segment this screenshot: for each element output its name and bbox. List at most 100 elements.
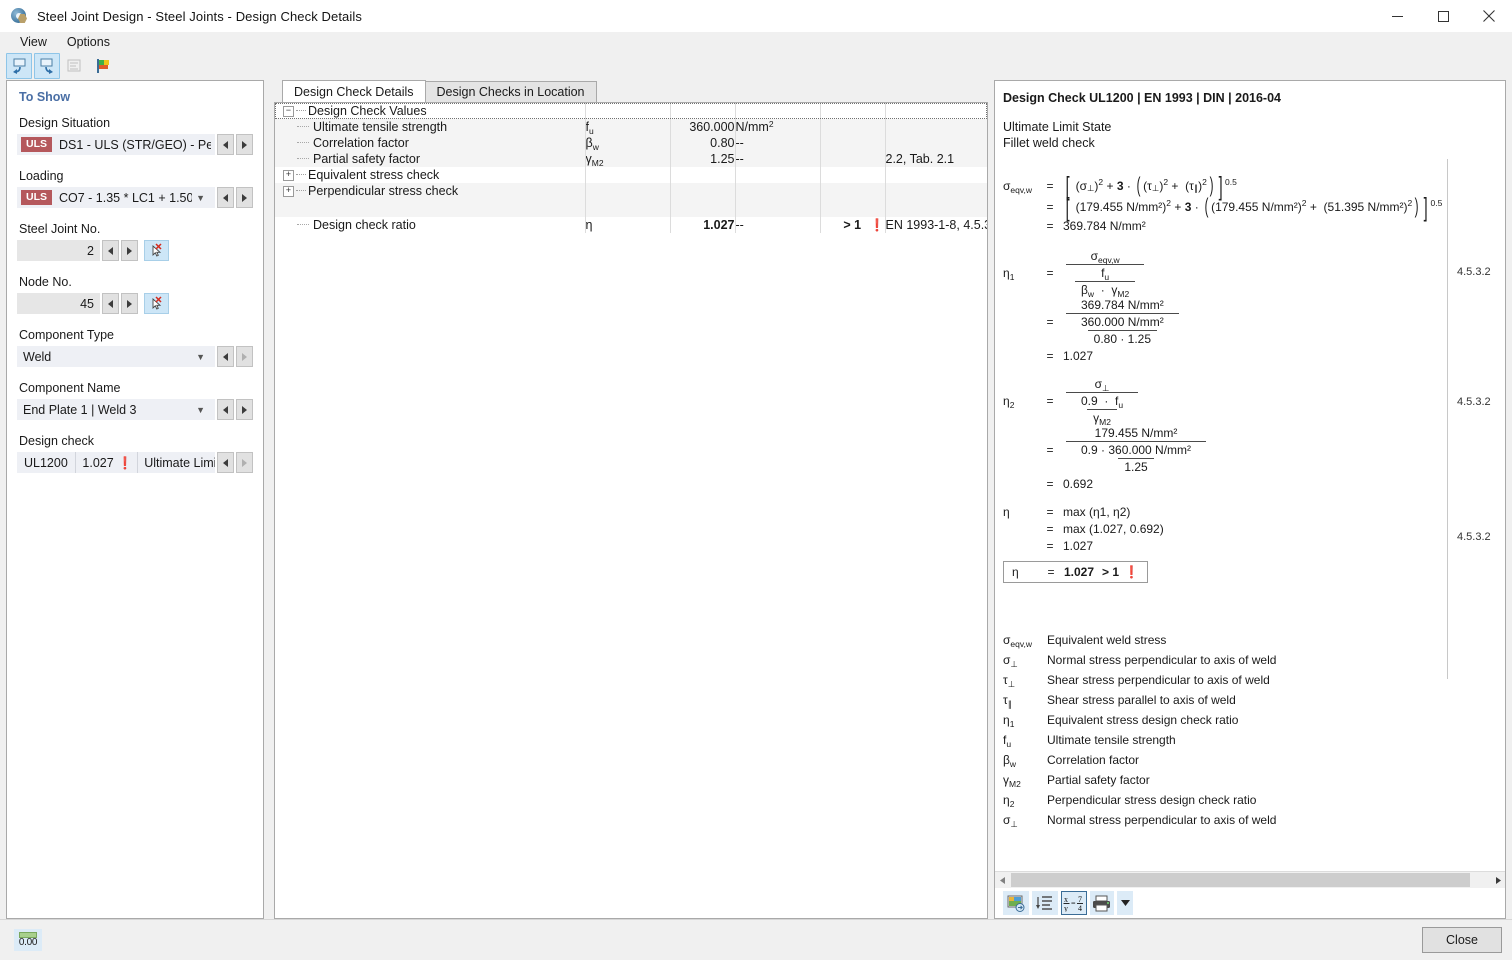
table-row[interactable]: Ultimate tensile strength fu 360.000 N/m… xyxy=(275,119,987,135)
steel-joint-no-input[interactable]: 2 xyxy=(17,240,100,261)
row-symbol: βw xyxy=(584,135,670,151)
eta-box-value: 1.027 xyxy=(1064,565,1095,580)
minimize-button[interactable] xyxy=(1374,0,1420,32)
table-row[interactable]: Partial safety factor γM2 1.25 -- 2.2, T… xyxy=(275,151,987,167)
node-no-input[interactable]: 45 xyxy=(17,293,100,314)
eta2-lhs: η2 xyxy=(1003,394,1015,410)
legend-row: τ∥ Shear stress parallel to axis of weld xyxy=(1003,693,1236,709)
eta2-numerator-value: 179.455 N/mm² xyxy=(1094,426,1178,441)
table-row[interactable]: Correlation factor βw 0.80 -- xyxy=(275,135,987,151)
formula-icon[interactable]: x y = 7 4 xyxy=(1061,891,1087,915)
close-button[interactable]: Close xyxy=(1422,927,1502,953)
to-show-panel: To Show Design Situation ULS DS1 - ULS (… xyxy=(6,80,264,919)
legend-row: fu Ultimate tensile strength xyxy=(1003,733,1176,749)
node-prev-button[interactable] xyxy=(102,293,119,314)
legend-row: σ⊥ Normal stress perpendicular to axis of… xyxy=(1003,653,1277,669)
menu-bar: View Options xyxy=(0,32,1512,52)
tab-design-checks-in-location[interactable]: Design Checks in Location xyxy=(424,81,597,102)
row-reference xyxy=(884,119,987,135)
loading-row: ULS CO7 - 1.35 * LC1 + 1.50 * LC5... ▼ xyxy=(17,187,253,208)
design-situation-select[interactable]: ULS DS1 - ULS (STR/GEO) - Permane... xyxy=(17,134,215,155)
eta2-den-den-symbol: γM2 xyxy=(1087,409,1117,427)
design-check-ratio-row[interactable]: Design check ratio η 1.027 -- > 1 ❗ EN 1… xyxy=(275,217,987,233)
component-type-select[interactable]: Weld ▼ xyxy=(17,346,215,367)
chevron-down-icon: ▼ xyxy=(196,351,205,362)
row-unit: -- xyxy=(734,217,820,233)
steel-joint-no-label: Steel Joint No. xyxy=(19,222,101,236)
previous-view-icon[interactable] xyxy=(6,53,32,79)
tab-design-check-details[interactable]: Design Check Details xyxy=(282,80,426,102)
design-check-next-button[interactable] xyxy=(236,452,253,473)
scrollbar-track[interactable] xyxy=(1011,872,1489,888)
equation-eta1: η1 = σeqv,w fu βw · γM2 = 369.784 N/mm² … xyxy=(995,249,1505,363)
scrollbar-thumb[interactable] xyxy=(1011,873,1470,887)
node-next-button[interactable] xyxy=(121,293,138,314)
eta-box-warning-icon: ❗ xyxy=(1124,565,1139,580)
eta1-numerator-symbol: σeqv,w xyxy=(1090,249,1120,265)
detail-panel: Design Check UL1200 | EN 1993 | DIN | 20… xyxy=(994,80,1506,919)
close-window-button[interactable] xyxy=(1466,0,1512,32)
scroll-left-icon[interactable] xyxy=(995,872,1011,888)
table-group-row[interactable]: + Perpendicular stress check xyxy=(275,183,987,199)
design-check-select[interactable]: UL1200 1.027 ❗ Ultimate Limit Sta... xyxy=(17,452,215,473)
next-view-icon[interactable] xyxy=(34,53,60,79)
pick-node-icon[interactable] xyxy=(144,293,169,314)
row-symbol: γM2 xyxy=(584,151,670,167)
component-type-next-button[interactable] xyxy=(236,346,253,367)
collapse-group-icon[interactable]: − xyxy=(283,105,294,117)
scroll-right-icon[interactable] xyxy=(1489,872,1505,888)
design-situation-badge: ULS xyxy=(21,137,52,152)
pick-steel-joint-icon[interactable] xyxy=(144,240,169,261)
loading-next-button[interactable] xyxy=(236,187,253,208)
sigma-perp-value: 179.455 N/mm² xyxy=(1079,200,1163,215)
copy-image-icon[interactable] xyxy=(1003,891,1029,915)
table-group-row[interactable]: + Equivalent stress check xyxy=(275,167,987,183)
main-body: To Show Design Situation ULS DS1 - ULS (… xyxy=(0,80,1512,919)
row-unit: N/mm2 xyxy=(734,119,820,135)
expand-group-icon[interactable]: + xyxy=(283,169,294,181)
decimal-places-icon[interactable]: 0.00 xyxy=(14,929,42,951)
window-title: Steel Joint Design - Steel Joints - Desi… xyxy=(37,8,362,24)
expand-group-icon[interactable]: + xyxy=(283,185,294,197)
list-icon[interactable] xyxy=(1032,891,1058,915)
component-name-value: End Plate 1 | Weld 3 xyxy=(23,402,137,417)
left-splitter[interactable] xyxy=(264,80,274,919)
design-check-warning-icon: ❗ xyxy=(117,455,133,470)
design-situation-prev-button[interactable] xyxy=(217,134,234,155)
loading-select[interactable]: ULS CO7 - 1.35 * LC1 + 1.50 * LC5... ▼ xyxy=(17,187,215,208)
row-symbol: fu xyxy=(584,119,670,135)
component-name-prev-button[interactable] xyxy=(217,399,234,420)
loading-value: CO7 - 1.35 * LC1 + 1.50 * LC5... xyxy=(59,190,193,205)
row-unit: -- xyxy=(734,151,820,167)
component-type-prev-button[interactable] xyxy=(217,346,234,367)
equation-eta2: η2 = σ⊥ 0.9 · fu γM2 = 179.455 N/mm² 0.9… xyxy=(995,377,1505,491)
maximize-button[interactable] xyxy=(1420,0,1466,32)
steel-joint-next-button[interactable] xyxy=(121,240,138,261)
print-icon[interactable] xyxy=(1090,891,1114,915)
table-group-header-row[interactable]: − Design Check Values xyxy=(275,103,987,119)
legend-row: η1 Equivalent stress design check ratio xyxy=(1003,713,1239,729)
eta-lhs: η xyxy=(1003,505,1010,520)
app-icon xyxy=(10,7,28,25)
eta1-lhs: η1 xyxy=(1003,266,1015,282)
design-check-code: UL1200 xyxy=(24,455,68,470)
menu-view[interactable]: View xyxy=(10,33,57,51)
menu-options[interactable]: Options xyxy=(57,33,120,51)
legend-row: σeqv,w Equivalent weld stress xyxy=(1003,633,1167,649)
result-table-icon xyxy=(62,53,88,79)
design-situation-next-button[interactable] xyxy=(236,134,253,155)
design-check-prev-button[interactable] xyxy=(217,452,234,473)
detail-horizontal-scrollbar[interactable] xyxy=(995,871,1505,888)
loading-prev-button[interactable] xyxy=(217,187,234,208)
detail-subtitle: Ultimate Limit State Fillet weld check xyxy=(995,119,1505,151)
design-check-row: UL1200 1.027 ❗ Ultimate Limit Sta... xyxy=(17,452,253,473)
legend-row: γM2 Partial safety factor xyxy=(1003,773,1150,789)
graphic-icon[interactable] xyxy=(90,53,116,79)
loading-label: Loading xyxy=(19,169,64,183)
print-dropdown-icon[interactable] xyxy=(1117,891,1133,915)
component-name-select[interactable]: End Plate 1 | Weld 3 ▼ xyxy=(17,399,215,420)
steel-joint-prev-button[interactable] xyxy=(102,240,119,261)
component-name-next-button[interactable] xyxy=(236,399,253,420)
eta2-den-num-symbol: 0.9 · fu xyxy=(1081,394,1124,410)
eta2-symbolic-fraction: σ⊥ 0.9 · fu γM2 xyxy=(1066,377,1139,427)
